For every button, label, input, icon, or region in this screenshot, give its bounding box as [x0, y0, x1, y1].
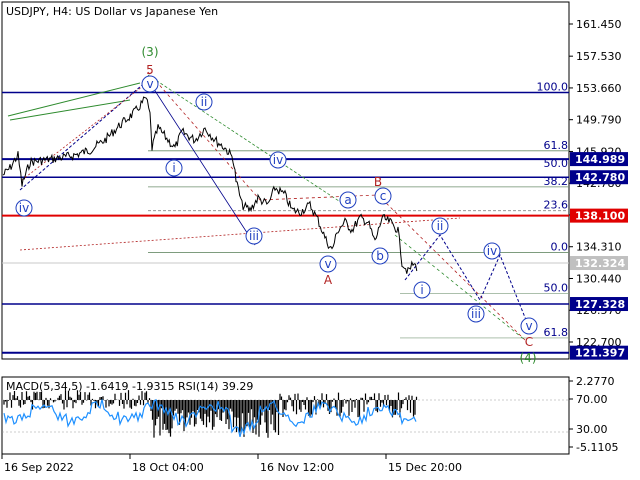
price-tag-label: 121.397 [575, 347, 625, 360]
indicator-tick-label: -5.1105 [576, 441, 618, 454]
wave-label: C [525, 335, 533, 349]
price-tick-label: 134.310 [576, 241, 622, 254]
wave-label: iv [273, 153, 283, 167]
fib-label: 61.8 [544, 139, 569, 152]
indicator-tick-label: 30.00 [576, 423, 608, 436]
wave-label: b [376, 249, 384, 263]
price-tick-label: 161.450 [576, 18, 622, 31]
wave-label: i [420, 283, 423, 297]
wave-label: v [324, 257, 331, 271]
wave-label: v [146, 77, 153, 91]
fib-label: 61.8 [544, 326, 569, 339]
price-tick-label: 130.440 [576, 272, 622, 285]
price-tag-label: 127.328 [575, 298, 625, 311]
wave-label: (3) [142, 45, 159, 59]
fib-label: 100.0 [537, 81, 569, 94]
wave-label: A [324, 273, 333, 287]
wave-label: 5 [146, 63, 154, 77]
price-tag-label: 142.780 [575, 171, 625, 184]
price-tick-label: 157.530 [576, 50, 622, 63]
price-tag: 132.324 [570, 256, 628, 271]
fib-label: 50.0 [544, 157, 569, 170]
wave-label: c [380, 189, 387, 203]
wave-label: iii [249, 229, 259, 243]
price-tag: 121.397 [570, 345, 628, 360]
price-tick-label: 153.660 [576, 82, 622, 95]
price-tag: 127.328 [570, 297, 628, 312]
price-tag: 138.100 [570, 208, 628, 223]
time-tick-label: 18 Oct 04:00 [132, 461, 204, 474]
chart-window: USDJPY, H4: US Dollar vs Japanese Yen (3… [0, 0, 640, 480]
time-tick-label: 16 Sep 2022 [4, 461, 74, 474]
fib-label: 0.0 [551, 241, 569, 254]
wave-label: a [344, 193, 351, 207]
price-tag: 142.780 [570, 170, 628, 185]
fib-label: 38.2 [544, 175, 569, 188]
wave-label: iv [487, 244, 497, 258]
wave-label: ii [201, 95, 208, 109]
price-tag: 144.989 [570, 152, 628, 167]
time-tick-label: 16 Nov 12:00 [260, 461, 334, 474]
price-tag-label: 132.324 [575, 257, 625, 270]
time-tick-label: 15 Dec 20:00 [388, 461, 462, 474]
wave-label: B [374, 175, 382, 189]
fib-label: 23.6 [544, 199, 569, 212]
wave-label: iv [19, 201, 29, 215]
wave-label: (4) [520, 351, 537, 365]
price-tag-label: 138.100 [575, 210, 625, 223]
wave-label: iii [471, 307, 481, 321]
chart-title: USDJPY, H4: US Dollar vs Japanese Yen [6, 5, 218, 18]
wave-label: v [525, 319, 532, 333]
indicator-title: MACD(5,34,5) -1.6419 -1.9315 RSI(14) 39.… [6, 380, 253, 393]
indicator-tick-label: 2.2770 [576, 375, 615, 388]
fib-label: 50.0 [544, 282, 569, 295]
wave-label: ii [437, 219, 444, 233]
wave-label: i [172, 161, 175, 175]
indicator-tick-label: 70.00 [576, 393, 608, 406]
price-tag-label: 144.989 [575, 153, 625, 166]
price-tick-label: 149.790 [576, 114, 622, 127]
